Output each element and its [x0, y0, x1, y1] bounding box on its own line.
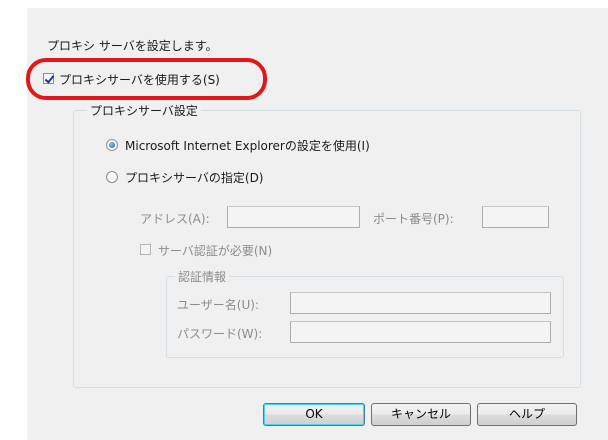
password-input[interactable]: [290, 321, 551, 343]
server-auth-label[interactable]: サーバ認証が必要(N): [158, 242, 272, 259]
server-auth-checkbox[interactable]: [140, 244, 151, 255]
radio-use-ie-settings-label[interactable]: Microsoft Internet Explorerの設定を使用(I): [125, 137, 370, 154]
username-label: ユーザー名(U):: [177, 298, 259, 312]
radio-specify-proxy-label[interactable]: プロキシサーバの指定(D): [125, 169, 264, 186]
intro-text: プロキシ サーバを設定します。: [47, 39, 218, 53]
username-input[interactable]: [290, 292, 551, 314]
auth-info-group-title: 認証情報: [175, 268, 230, 285]
address-input[interactable]: [227, 206, 360, 228]
proxy-settings-group-title: プロキシサーバ設定: [87, 102, 201, 119]
red-highlight-oval: [26, 58, 267, 100]
radio-specify-proxy[interactable]: [106, 171, 118, 183]
port-input[interactable]: [482, 206, 549, 228]
cancel-button[interactable]: キャンセル: [371, 403, 471, 426]
auth-info-group: [166, 276, 564, 358]
help-button[interactable]: ヘルプ: [477, 403, 577, 426]
radio-use-ie-settings[interactable]: [106, 139, 118, 151]
address-label: アドレス(A):: [140, 212, 210, 226]
port-label: ポート番号(P):: [373, 212, 454, 226]
password-label: パスワード(W):: [177, 327, 263, 341]
ok-button[interactable]: OK: [263, 403, 365, 426]
